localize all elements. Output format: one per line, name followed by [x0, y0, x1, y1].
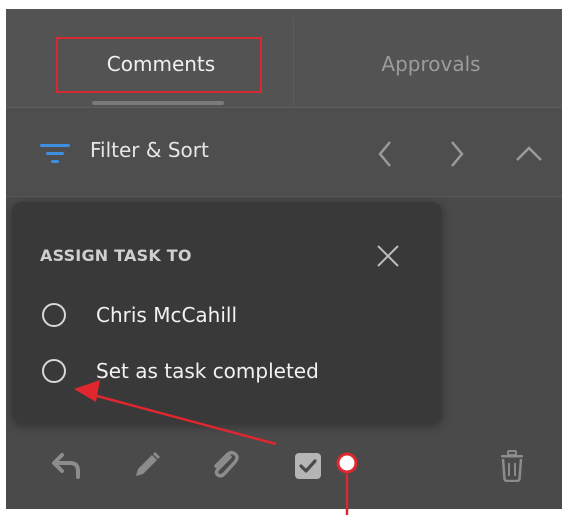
radio-button[interactable] — [42, 303, 66, 327]
tab-approvals[interactable]: Approvals — [306, 37, 556, 91]
active-tab-indicator — [92, 101, 224, 105]
option-chris-mccahill[interactable]: Chris McCahill — [42, 303, 237, 327]
popup-title: ASSIGN TASK TO — [40, 246, 192, 265]
option-label: Chris McCahill — [96, 303, 238, 327]
assign-task-popup: ASSIGN TASK TO Chris McCahill Set as tas… — [12, 202, 442, 424]
tab-bar: Comments Approvals — [6, 9, 562, 108]
annotation-highlight-box — [56, 37, 262, 93]
filter-sort-bar: Filter & Sort — [6, 108, 562, 197]
delete-icon[interactable] — [499, 450, 525, 486]
tab-approvals-label: Approvals — [381, 52, 481, 76]
task-checkbox-icon[interactable] — [294, 452, 322, 484]
chevron-left-icon[interactable] — [376, 139, 396, 173]
tab-divider — [293, 17, 294, 107]
attach-icon[interactable] — [208, 449, 242, 485]
chevron-right-icon[interactable] — [446, 139, 466, 173]
filter-icon[interactable] — [40, 142, 70, 168]
comments-panel: Comments Approvals Filter & Sort ASSIGN … — [6, 9, 562, 509]
close-icon[interactable] — [376, 244, 400, 272]
edit-icon[interactable] — [132, 450, 162, 484]
filter-sort-button[interactable]: Filter & Sort — [90, 138, 209, 162]
chevron-up-icon[interactable] — [514, 144, 544, 168]
radio-button[interactable] — [42, 359, 66, 383]
option-set-task-completed[interactable]: Set as task completed — [42, 359, 319, 383]
reply-icon[interactable] — [50, 451, 82, 483]
option-label: Set as task completed — [96, 359, 319, 383]
